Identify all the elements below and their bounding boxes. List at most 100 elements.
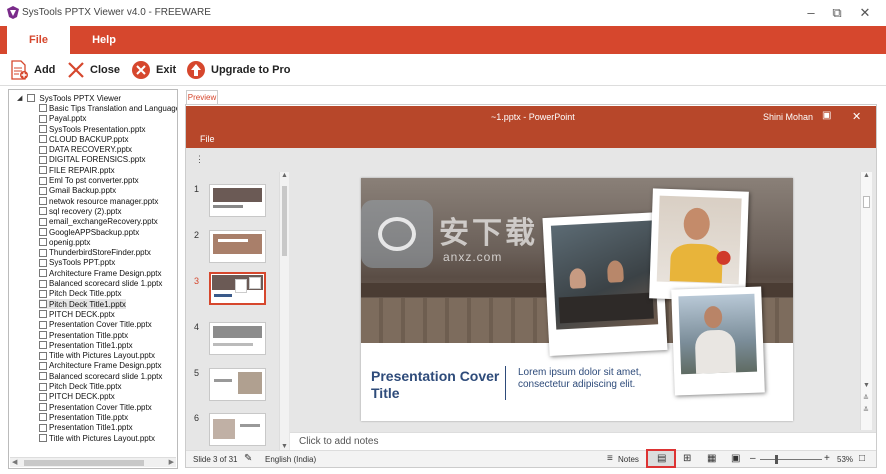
tab-preview[interactable]: Preview [186, 90, 218, 104]
tree-item-checkbox[interactable] [39, 413, 47, 422]
scroll-thumb[interactable] [282, 186, 287, 256]
scroll-right-icon[interactable]: ▶ [169, 458, 174, 466]
zoom-in-icon[interactable]: + [824, 453, 830, 464]
tree-item[interactable]: email_exchangeRecovery.pptx [39, 217, 158, 227]
tree-item-checkbox[interactable] [39, 351, 47, 360]
ppt-file-tab[interactable]: File [200, 134, 215, 144]
collapse-arrow-icon[interactable]: ◢ [17, 94, 22, 102]
next-slide-icon[interactable]: ≚ [863, 406, 869, 414]
scroll-up-icon[interactable]: ▲ [863, 172, 870, 179]
slide-scrollbar[interactable]: ▲ ▼ ≙ ≚ [860, 172, 872, 430]
tab-help[interactable]: Help [80, 26, 128, 54]
tree-item[interactable]: Architecture Frame Design.pptx [39, 268, 162, 278]
reading-view-icon[interactable]: ▦ [707, 453, 716, 464]
tree-item-checkbox[interactable] [39, 217, 47, 226]
slide-canvas[interactable]: Presentation Cover Title Lorem ipsum dol… [361, 178, 793, 421]
file-tree[interactable]: ◢ SysTools PPTX Viewer Basic Tips Transl… [8, 89, 178, 469]
tree-item[interactable]: DATA RECOVERY.pptx [39, 145, 132, 155]
spell-check-icon[interactable]: ✎ [244, 453, 252, 464]
tree-item[interactable]: Balanced scorecard slide 1.pptx [39, 371, 162, 381]
root-checkbox[interactable] [27, 94, 36, 103]
normal-view-button[interactable]: ▤ [646, 449, 676, 468]
tree-item-checkbox[interactable] [39, 320, 47, 329]
tree-root[interactable]: ◢ SysTools PPTX Viewer [17, 93, 121, 103]
tree-item[interactable]: Pitch Deck Title.pptx [39, 381, 121, 391]
close-window-button[interactable]: ✕ [854, 4, 876, 22]
scroll-thumb[interactable] [863, 196, 870, 208]
tree-item-checkbox[interactable] [39, 392, 47, 401]
tree-item[interactable]: PITCH DECK.pptx [39, 392, 115, 402]
expand-ribbon-icon[interactable]: ⋮ [195, 154, 204, 165]
tree-item[interactable]: GoogleAPPSbackup.pptx [39, 227, 139, 237]
prev-slide-icon[interactable]: ≙ [863, 394, 869, 402]
tree-item[interactable]: Eml To pst converter.pptx [39, 175, 139, 185]
tree-item[interactable]: FILE REPAIR.pptx [39, 165, 115, 175]
tree-item-checkbox[interactable] [39, 228, 47, 237]
tree-item[interactable]: Presentation Title.pptx [39, 412, 128, 422]
tree-item-checkbox[interactable] [39, 155, 47, 164]
tree-item-checkbox[interactable] [39, 361, 47, 370]
tree-item-checkbox[interactable] [39, 166, 47, 175]
language-status[interactable]: English (India) [265, 455, 316, 464]
tree-item[interactable]: Balanced scorecard slide 1.pptx [39, 278, 162, 288]
maximize-button[interactable]: ⧉ [826, 4, 848, 22]
zoom-slider-thumb[interactable] [775, 455, 778, 464]
tree-item[interactable]: CLOUD BACKUP.pptx [39, 134, 128, 144]
tree-item-checkbox[interactable] [39, 186, 47, 195]
tree-item[interactable]: Gmail Backup.pptx [39, 186, 116, 196]
tree-item[interactable]: DIGITAL FORENSICS.pptx [39, 155, 145, 165]
scroll-left-icon[interactable]: ◀ [12, 458, 17, 466]
tree-item[interactable]: ThunderbirdStoreFinder.pptx [39, 248, 151, 258]
ribbon-display-icon[interactable]: ▣ [822, 110, 831, 121]
tree-item[interactable]: SysTools Presentation.pptx [39, 124, 146, 134]
tree-item[interactable]: Presentation Title1.pptx [39, 340, 133, 350]
tab-file[interactable]: File [6, 26, 70, 54]
slide-thumbnail-1[interactable] [209, 184, 266, 217]
tree-item-checkbox[interactable] [39, 382, 47, 391]
notes-toggle[interactable]: Notes [618, 455, 639, 464]
thumbnail-scrollbar[interactable]: ▲ ▼ [279, 172, 289, 450]
tree-item-checkbox[interactable] [39, 238, 47, 247]
tree-item[interactable]: Title with Pictures Layout.pptx [39, 351, 155, 361]
tree-item[interactable]: netwok resource manager.pptx [39, 196, 158, 206]
scroll-down-icon[interactable]: ▼ [863, 382, 870, 389]
tree-item[interactable]: Payal.pptx [39, 114, 86, 124]
tree-item-checkbox[interactable] [39, 197, 47, 206]
tree-item-checkbox[interactable] [39, 104, 47, 113]
tree-item[interactable]: Presentation Cover Title.pptx [39, 320, 152, 330]
exit-button[interactable]: Exit [131, 58, 176, 82]
ppt-close-icon[interactable]: ✕ [852, 110, 861, 123]
tree-item[interactable]: Pitch Deck Title1.pptx [39, 299, 126, 310]
fit-to-window-icon[interactable]: □ [859, 453, 865, 464]
tree-horizontal-scrollbar[interactable]: ◀ ▶ [10, 457, 176, 467]
tree-item[interactable]: Pitch Deck Title.pptx [39, 289, 121, 299]
slide-thumbnail-6[interactable] [209, 413, 266, 446]
tree-item-checkbox[interactable] [39, 403, 47, 412]
tree-item-checkbox[interactable] [39, 300, 47, 309]
tree-item[interactable]: PITCH DECK.pptx [39, 309, 115, 319]
tree-item-checkbox[interactable] [39, 331, 47, 340]
tree-item[interactable]: SysTools PPT.pptx [39, 258, 115, 268]
slide-thumbnail-3-selected[interactable] [209, 272, 266, 305]
notes-pane[interactable]: Click to add notes [290, 432, 876, 450]
tree-item[interactable]: openig.pptx [39, 237, 90, 247]
tree-item-checkbox[interactable] [39, 258, 47, 267]
zoom-out-icon[interactable]: – [750, 453, 756, 464]
scroll-down-icon[interactable]: ▼ [281, 443, 288, 450]
tree-item-checkbox[interactable] [39, 176, 47, 185]
slide-thumbnail-5[interactable] [209, 368, 266, 401]
close-button[interactable]: Close [67, 58, 120, 82]
zoom-slider[interactable] [760, 459, 822, 460]
tree-item-checkbox[interactable] [39, 114, 47, 123]
add-button[interactable]: Add [9, 58, 55, 82]
tree-item[interactable]: Architecture Frame Design.pptx [39, 361, 162, 371]
tree-item[interactable]: sql recovery (2).pptx [39, 206, 121, 216]
tree-item[interactable]: Title with Pictures Layout.pptx [39, 433, 155, 443]
scroll-up-icon[interactable]: ▲ [281, 172, 288, 179]
tree-item[interactable]: Presentation Title.pptx [39, 330, 128, 340]
minimize-button[interactable]: – [800, 4, 822, 22]
scroll-thumb[interactable] [24, 460, 144, 466]
tree-item[interactable]: Basic Tips Translation and Language Opti… [39, 103, 177, 113]
tree-item-checkbox[interactable] [39, 279, 47, 288]
tree-item-checkbox[interactable] [39, 269, 47, 278]
